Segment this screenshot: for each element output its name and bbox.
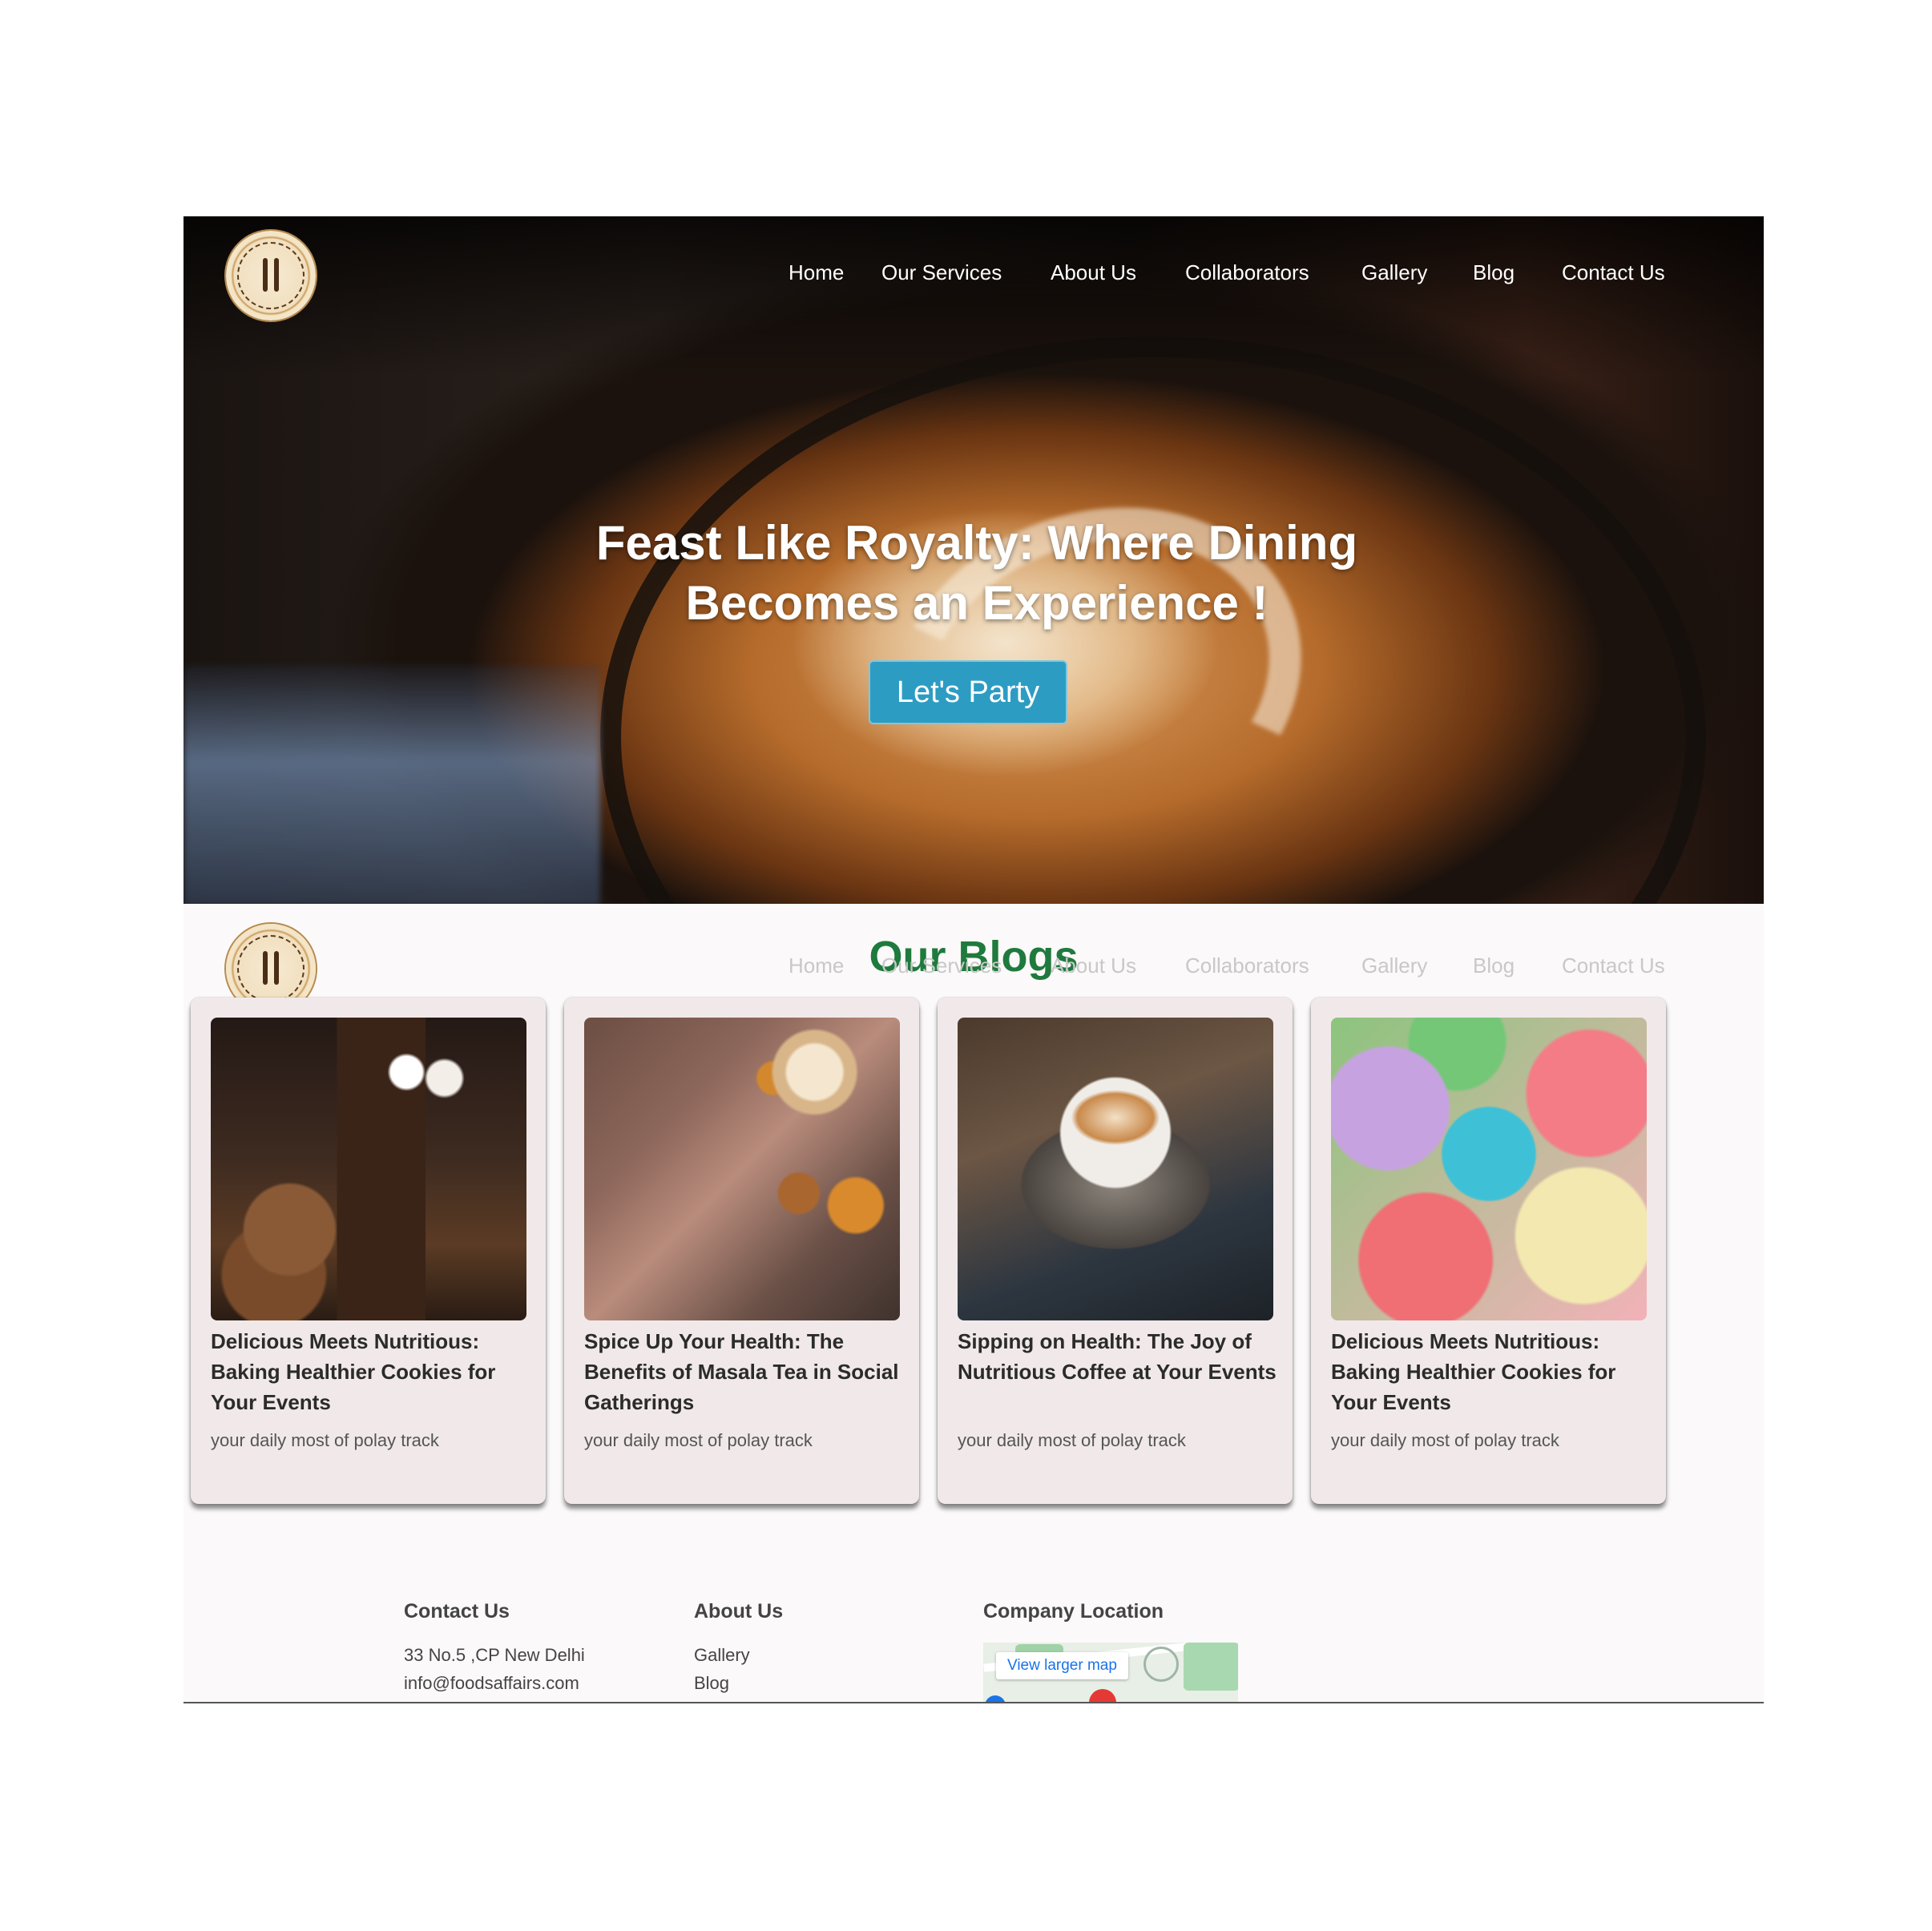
sticky-nav-home[interactable]: Home bbox=[789, 953, 844, 978]
blog-card[interactable]: Sipping on Health: The Joy of Nutritious… bbox=[938, 998, 1293, 1504]
sticky-nav-our-services[interactable]: Our Services bbox=[881, 953, 1002, 978]
blog-card[interactable]: Delicious Meets Nutritious: Baking Healt… bbox=[191, 998, 546, 1504]
blog-card[interactable]: Spice Up Your Health: The Benefits of Ma… bbox=[564, 998, 919, 1504]
sticky-nav-collaborators[interactable]: Collaborators bbox=[1185, 953, 1309, 978]
map-dot-icon bbox=[985, 1695, 1006, 1702]
nav-contact-us[interactable]: Contact Us bbox=[1562, 260, 1665, 285]
sticky-nav-contact-us[interactable]: Contact Us bbox=[1562, 953, 1665, 978]
footer-about: About Us Gallery Blog bbox=[694, 1600, 783, 1697]
map-pin-icon bbox=[1089, 1689, 1116, 1702]
blog-card-title: Sipping on Health: The Joy of Nutritious… bbox=[958, 1329, 1277, 1384]
footer-address: 33 No.5 ,CP New Delhi bbox=[404, 1645, 585, 1665]
hero-section: Home Our Services About Us Collaborators… bbox=[184, 216, 1764, 904]
footer-link-gallery[interactable]: Gallery bbox=[694, 1641, 783, 1669]
hero-overlay bbox=[184, 216, 1764, 377]
blog-card-subtitle: your daily most of polay track bbox=[584, 1430, 813, 1450]
main-nav: Home Our Services About Us Collaborators… bbox=[184, 260, 1764, 292]
blog-card-title: Delicious Meets Nutritious: Baking Healt… bbox=[1331, 1329, 1616, 1414]
footer-location-heading: Company Location bbox=[983, 1600, 1164, 1623]
sticky-nav: Home Our Services About Us Collaborators… bbox=[184, 953, 1764, 986]
blog-card-image-ice-cream bbox=[1331, 1018, 1647, 1320]
page-frame: Home Our Services About Us Collaborators… bbox=[184, 216, 1764, 1703]
hero-image-shade bbox=[184, 665, 600, 904]
nav-our-services[interactable]: Our Services bbox=[881, 260, 1002, 285]
blog-card-subtitle: your daily most of polay track bbox=[958, 1430, 1186, 1450]
blog-card-image-cookies-cocoa bbox=[211, 1018, 526, 1320]
hero-title-line2: Becomes an Experience ! bbox=[685, 576, 1269, 630]
footer-location: Company Location bbox=[983, 1600, 1164, 1641]
footer-email[interactable]: info@foodsaffairs.com bbox=[404, 1669, 585, 1697]
footer-contact: Contact Us 33 No.5 ,CP New Delhi info@fo… bbox=[404, 1600, 585, 1697]
nav-collaborators[interactable]: Collaborators bbox=[1185, 260, 1309, 285]
blog-card-title: Spice Up Your Health: The Benefits of Ma… bbox=[584, 1329, 899, 1414]
footer-contact-heading: Contact Us bbox=[404, 1600, 510, 1623]
nav-home[interactable]: Home bbox=[789, 260, 844, 285]
hero-title-line1: Feast Like Royalty: Where Dining bbox=[595, 516, 1358, 570]
footer-link-blog[interactable]: Blog bbox=[694, 1669, 783, 1697]
nav-gallery[interactable]: Gallery bbox=[1361, 260, 1427, 285]
sticky-nav-about-us[interactable]: About Us bbox=[1051, 953, 1136, 978]
footer-about-heading: About Us bbox=[694, 1600, 784, 1623]
lets-party-button[interactable]: Let's Party bbox=[869, 660, 1067, 724]
blog-card[interactable]: Delicious Meets Nutritious: Baking Healt… bbox=[1311, 998, 1666, 1504]
blog-card-title: Delicious Meets Nutritious: Baking Healt… bbox=[211, 1329, 496, 1414]
blog-card-subtitle: your daily most of polay track bbox=[1331, 1430, 1559, 1450]
blog-card-image-masala-tea bbox=[584, 1018, 900, 1320]
nav-blog[interactable]: Blog bbox=[1473, 260, 1515, 285]
nav-about-us[interactable]: About Us bbox=[1051, 260, 1136, 285]
location-map[interactable]: View larger map bbox=[983, 1643, 1238, 1702]
view-larger-map-button[interactable]: View larger map bbox=[996, 1652, 1128, 1679]
blog-card-subtitle: your daily most of polay track bbox=[211, 1430, 439, 1450]
sticky-nav-blog[interactable]: Blog bbox=[1473, 953, 1515, 978]
hero-title: Feast Like Royalty: Where Dining Becomes… bbox=[520, 513, 1434, 633]
blog-card-image-coffee bbox=[958, 1018, 1273, 1320]
sticky-nav-gallery[interactable]: Gallery bbox=[1361, 953, 1427, 978]
